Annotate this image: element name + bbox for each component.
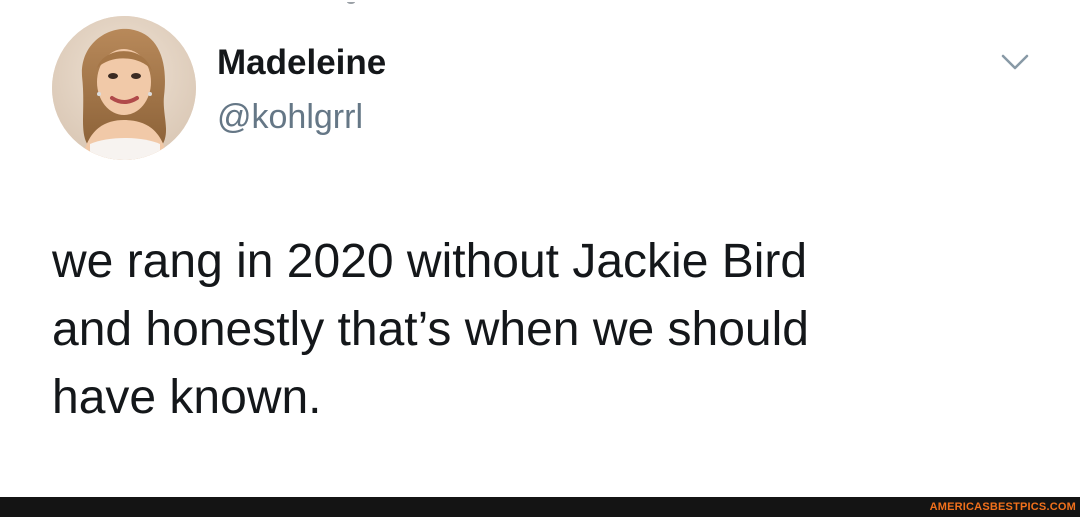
watermark-text: AMERICASBESTPICS.COM bbox=[929, 501, 1076, 513]
tweet-body: we rang in 2020 without Jackie Bird and … bbox=[52, 235, 809, 424]
tweet-card: Madeleine @kohlgrrl we rang in 2020 with… bbox=[0, 0, 1080, 517]
chevron-down-icon[interactable] bbox=[1000, 50, 1030, 72]
watermark-bar: AMERICASBESTPICS.COM bbox=[0, 497, 1080, 517]
top-edge-fragment bbox=[347, 0, 355, 4]
avatar-photo-icon bbox=[52, 16, 196, 160]
user-handle[interactable]: @kohlgrrl bbox=[217, 96, 363, 138]
display-name[interactable]: Madeleine bbox=[217, 41, 386, 85]
avatar[interactable] bbox=[52, 16, 196, 160]
